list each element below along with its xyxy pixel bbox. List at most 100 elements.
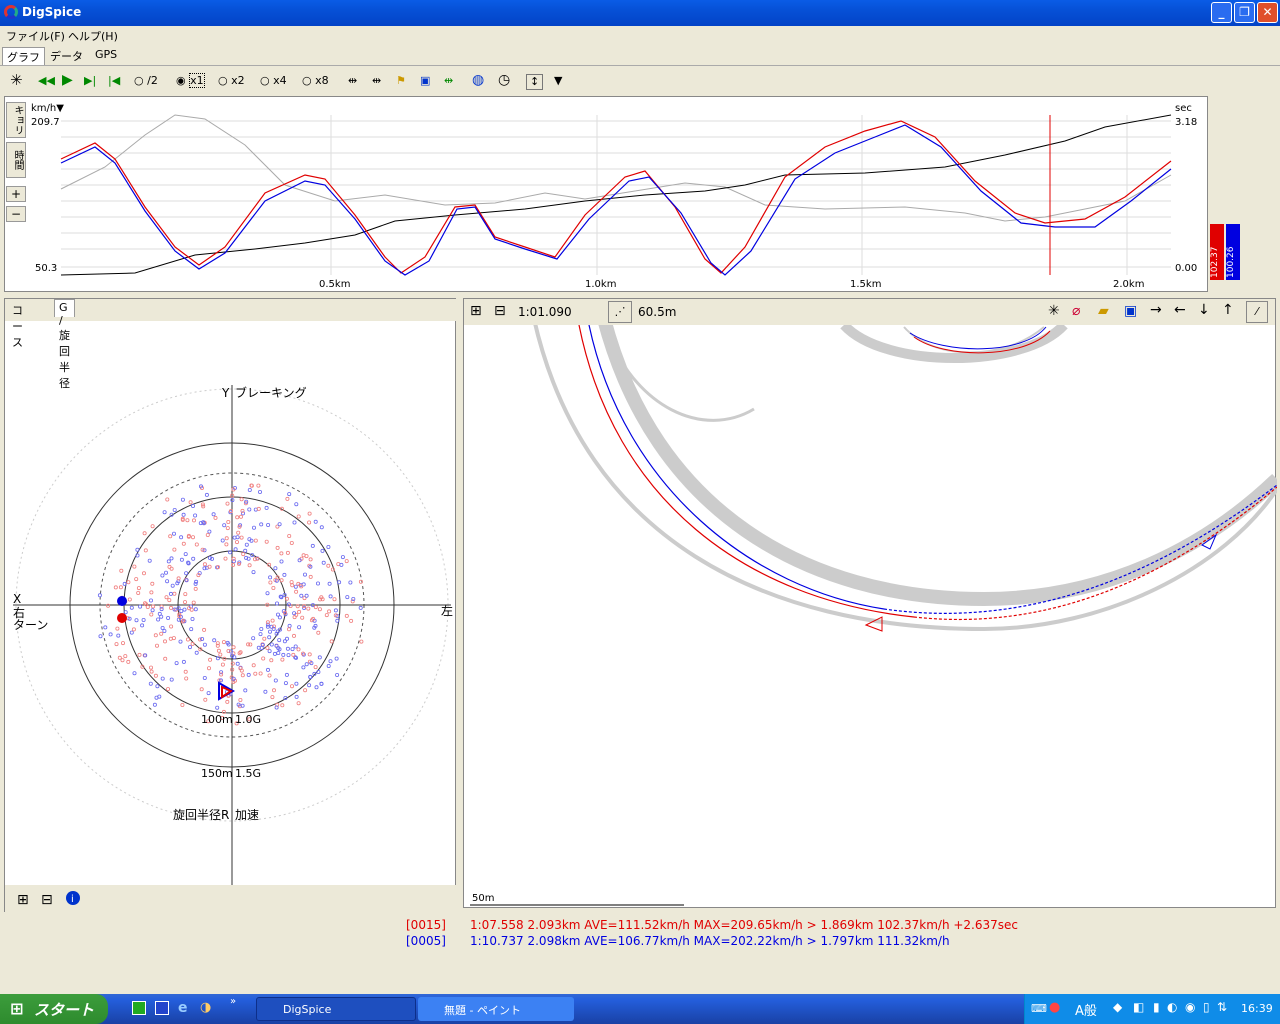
g-point: [167, 598, 172, 603]
g-point: [233, 547, 238, 552]
g-point: [174, 661, 179, 666]
keyboard-icon[interactable]: ⌨: [1031, 1002, 1047, 1015]
chevron-icon[interactable]: »: [230, 996, 236, 1007]
security-icon[interactable]: ●: [1049, 1000, 1060, 1015]
g-point: [286, 653, 291, 658]
play-icon[interactable]: ▶: [62, 72, 73, 88]
split-icon[interactable]: ⇹: [444, 74, 453, 90]
g-point: [294, 681, 299, 686]
ring-150m-label: 150m: [201, 767, 233, 780]
zoom-in-icon[interactable]: ⊞: [17, 892, 29, 908]
arrow-up-icon[interactable]: ↑: [1222, 302, 1234, 318]
g-point: [183, 592, 188, 597]
tab-course[interactable]: コース: [8, 301, 27, 349]
g-point: [206, 666, 211, 671]
app-quick-icon[interactable]: ◑: [200, 1000, 211, 1015]
g-point: [211, 512, 216, 517]
zoom-in-icon[interactable]: ⊞: [470, 303, 482, 319]
arrow-right-icon[interactable]: →: [1150, 302, 1162, 318]
g-point: [208, 657, 213, 662]
step-back-icon[interactable]: |◀: [108, 74, 120, 90]
tab-gps[interactable]: GPS: [91, 47, 121, 65]
align-icon[interactable]: ⇹: [348, 74, 357, 90]
g-point: [129, 630, 134, 635]
close-button[interactable]: ✕: [1257, 2, 1278, 23]
tab-graph[interactable]: グラフ: [2, 47, 45, 65]
speed-x2-radio[interactable]: ○ x2: [218, 74, 245, 90]
excel-icon[interactable]: [132, 1001, 146, 1015]
arrow-down-icon[interactable]: ↓: [1198, 302, 1210, 318]
save-icon[interactable]: ▣: [1124, 303, 1137, 319]
arrow-left-icon[interactable]: ←: [1174, 302, 1186, 318]
globe-icon[interactable]: ◍: [472, 72, 484, 88]
g-point: [115, 626, 120, 631]
speed-x8-radio[interactable]: ○ x8: [302, 74, 329, 90]
tab-distance[interactable]: キョリ: [6, 102, 26, 138]
g-point: [315, 581, 320, 586]
zoom-out-icon[interactable]: ⊟: [41, 892, 53, 908]
step-forward-icon[interactable]: ▶|: [84, 74, 96, 90]
g-point: [239, 535, 244, 540]
track-map-panel[interactable]: 50m: [463, 298, 1280, 908]
ie-icon[interactable]: e: [178, 1000, 188, 1016]
tray-icon-2[interactable]: ◧: [1133, 1000, 1144, 1014]
save-marker-icon[interactable]: ▣: [420, 74, 430, 90]
g-point: [238, 697, 243, 702]
measure-icon[interactable]: ⋰: [608, 301, 632, 323]
tab-g-radius[interactable]: G / 旋回半径: [54, 299, 75, 390]
g-point: [165, 497, 170, 502]
network-icon[interactable]: ⇅: [1217, 1000, 1227, 1014]
g-point: [265, 645, 270, 650]
pen-icon[interactable]: ⁄: [1246, 301, 1268, 323]
menu-help[interactable]: ヘルプ(H): [68, 28, 118, 44]
g-point: [149, 590, 154, 595]
task-paint[interactable]: 無題 - ペイント: [418, 997, 574, 1021]
tray-icon-4[interactable]: ◐: [1167, 1000, 1177, 1014]
rewind-icon[interactable]: ◀◀: [38, 74, 55, 90]
tray-icon-3[interactable]: ▮: [1153, 1000, 1160, 1014]
menu-file[interactable]: ファイル(F): [6, 28, 65, 44]
task-digspice[interactable]: DigSpice: [256, 997, 416, 1021]
g-point: [148, 598, 153, 603]
g-point: [268, 575, 273, 580]
clock-icon[interactable]: ◷: [498, 72, 510, 88]
g-circle-svg: Y ブレーキング X 右 ターン 左 100m 1.0G 150m 1.5G 旋…: [5, 299, 457, 913]
marker-icon[interactable]: ⚑: [396, 74, 406, 90]
g-point: [243, 548, 248, 553]
label-x: X: [13, 592, 21, 606]
zoom-out-icon[interactable]: ⊟: [494, 303, 506, 319]
reset-icon[interactable]: ✳: [10, 71, 23, 89]
zoom-in-icon[interactable]: +: [6, 186, 26, 202]
speed-half-radio[interactable]: ○ /2: [134, 74, 158, 90]
tab-data[interactable]: データ: [46, 47, 87, 65]
g-point: [236, 530, 241, 535]
word-icon[interactable]: [155, 1001, 169, 1015]
speed-graph[interactable]: km/h▼ 209.7 50.3 sec 3.18 0.00 0.5km 1.0…: [4, 96, 1208, 292]
tab-time[interactable]: 時間: [6, 142, 26, 178]
tray-icon-6[interactable]: ▯: [1203, 1000, 1210, 1014]
dropdown-icon[interactable]: ▼: [554, 74, 562, 90]
g-point: [205, 532, 210, 537]
maximize-button[interactable]: ❐: [1234, 2, 1255, 23]
g-point: [256, 506, 261, 511]
g-point: [317, 655, 322, 660]
start-button[interactable]: ⊞ スタート: [0, 994, 108, 1024]
speed-x4-radio[interactable]: ○ x4: [260, 74, 287, 90]
minimize-button[interactable]: _: [1211, 2, 1232, 23]
align2-icon[interactable]: ⇹: [372, 74, 381, 90]
g-point: [292, 520, 297, 525]
graph-svg: km/h▼ 209.7 50.3 sec 3.18 0.00 0.5km 1.0…: [31, 103, 1197, 290]
folder-icon[interactable]: ▰: [1098, 303, 1109, 319]
reset-icon[interactable]: ✳: [1048, 303, 1060, 319]
speed-x1-radio[interactable]: ◉ x1: [176, 73, 205, 90]
ime-indicator[interactable]: A般: [1075, 1000, 1097, 1019]
tray-icon-1[interactable]: ◆: [1113, 1000, 1122, 1014]
zoom-out-icon[interactable]: −: [6, 206, 26, 222]
height-icon[interactable]: ↕: [526, 74, 544, 90]
speed-half-label: /2: [147, 74, 158, 87]
tray-icon-5[interactable]: ◉: [1185, 1000, 1195, 1014]
g-point: [294, 589, 299, 594]
clip-icon[interactable]: ⌀: [1072, 303, 1080, 319]
g-point: [300, 615, 305, 620]
g-point: [313, 519, 318, 524]
